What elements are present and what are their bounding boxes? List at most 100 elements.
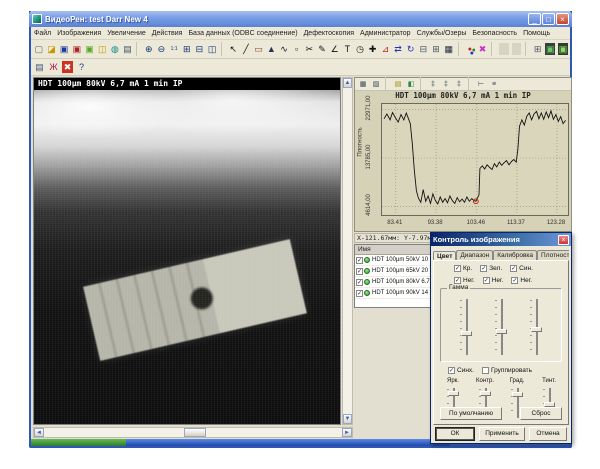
- minimize-button[interactable]: _: [528, 13, 541, 25]
- menu-item[interactable]: Помощь: [520, 30, 553, 37]
- slider-track[interactable]: [501, 299, 503, 355]
- ok-button[interactable]: ОК: [435, 427, 475, 441]
- scissors-icon[interactable]: ✂: [303, 42, 315, 56]
- clock-icon[interactable]: ◷: [354, 42, 366, 56]
- dialog-title-bar[interactable]: Контроль изображения ×: [431, 233, 571, 246]
- video-dark-icon[interactable]: ▣: [557, 42, 569, 56]
- scroll-left-icon[interactable]: ◄: [34, 428, 44, 437]
- minus-box-icon[interactable]: ⊟: [418, 42, 430, 56]
- tab-3[interactable]: Калибровка: [493, 250, 537, 260]
- pan-icon[interactable]: ⇄: [392, 42, 404, 56]
- level-low-icon[interactable]: ‡: [427, 79, 439, 90]
- zoom-in-icon[interactable]: ⊕: [143, 42, 155, 56]
- ruler-icon[interactable]: ▭: [253, 42, 265, 56]
- scrollbar-thumb[interactable]: [184, 428, 206, 437]
- zoom-1-1-icon[interactable]: 1:1: [168, 42, 180, 56]
- zoom-out-icon[interactable]: ⊖: [156, 42, 168, 56]
- new-document-icon[interactable]: ▢: [33, 42, 45, 56]
- slider-thumb[interactable]: [531, 327, 542, 332]
- flag-icon[interactable]: ▲: [265, 42, 277, 56]
- close-button[interactable]: ×: [556, 13, 569, 25]
- slider-thumb[interactable]: [496, 329, 507, 334]
- angle-icon[interactable]: ∠: [329, 42, 341, 56]
- print-icon[interactable]: ▤: [122, 42, 134, 56]
- color-mask-icon[interactable]: ✖: [477, 42, 489, 56]
- row-checkbox[interactable]: ✓: [356, 290, 363, 297]
- legend-icon[interactable]: ≡: [488, 79, 500, 90]
- checkbox[interactable]: ✓: [480, 265, 487, 272]
- scroll-right-icon[interactable]: ►: [342, 428, 352, 437]
- checkbox[interactable]: ✓: [511, 277, 518, 284]
- checkbox[interactable]: ✓: [448, 367, 455, 374]
- plot-box[interactable]: [381, 103, 569, 216]
- measure-tool-icon[interactable]: Ж: [47, 60, 60, 74]
- marker-icon[interactable]: ⊢: [475, 79, 487, 90]
- scroll-up-icon[interactable]: ▲: [343, 78, 352, 88]
- level-high-icon[interactable]: ‡: [453, 79, 465, 90]
- globe-icon[interactable]: ◍: [109, 42, 121, 56]
- checkbox[interactable]: ✓: [510, 265, 517, 272]
- palette-icon[interactable]: ◧: [405, 79, 417, 90]
- slider-thumb[interactable]: [448, 391, 459, 396]
- delete-icon[interactable]: ✖: [61, 60, 74, 74]
- freehand-icon[interactable]: ∿: [278, 42, 290, 56]
- reset-button[interactable]: Сброс: [520, 407, 562, 420]
- menu-item[interactable]: Администратор: [357, 30, 414, 37]
- maximize-button[interactable]: □: [542, 13, 555, 25]
- save-red-icon[interactable]: ▣: [71, 42, 83, 56]
- menu-item[interactable]: Увеличение: [104, 30, 149, 37]
- copy-icon[interactable]: ▤: [392, 79, 404, 90]
- vertical-scrollbar[interactable]: ▲ ▼: [342, 77, 353, 425]
- checkbox[interactable]: [482, 367, 489, 374]
- line-tool-icon[interactable]: ╱: [240, 42, 252, 56]
- apply-button[interactable]: Применить: [479, 427, 525, 441]
- text-icon[interactable]: T: [341, 42, 353, 56]
- checkbox[interactable]: ✓: [454, 265, 461, 272]
- crosshair-icon[interactable]: ✚: [367, 42, 379, 56]
- menu-item[interactable]: Безопасность: [469, 30, 520, 37]
- menu-item[interactable]: Действия: [149, 30, 186, 37]
- cancel-button[interactable]: Отмена: [529, 427, 567, 441]
- pointer-icon[interactable]: ↖: [227, 42, 239, 56]
- page-preview-icon[interactable]: ▤: [33, 60, 46, 74]
- save-green-icon[interactable]: ▣: [84, 42, 96, 56]
- default-button[interactable]: По умолчанию: [440, 407, 502, 420]
- blank-icon-2[interactable]: [511, 42, 523, 56]
- checkbox[interactable]: ✓: [454, 277, 461, 284]
- row-checkbox[interactable]: ✓: [356, 268, 363, 275]
- rect-select-icon[interactable]: ▫: [291, 42, 303, 56]
- help-icon[interactable]: ?: [75, 60, 88, 74]
- menu-item[interactable]: База данных (ODBC соединение): [185, 30, 300, 37]
- open-folder-icon[interactable]: ◪: [46, 42, 58, 56]
- blank-icon[interactable]: [498, 42, 510, 56]
- row-checkbox[interactable]: ✓: [356, 279, 363, 286]
- export-folder-icon[interactable]: ◫: [96, 42, 108, 56]
- pencil-icon[interactable]: ✎: [316, 42, 328, 56]
- menu-item[interactable]: Дефектоскопия: [301, 30, 357, 37]
- save-icon[interactable]: ▣: [58, 42, 70, 56]
- grid-icon[interactable]: ⊞: [532, 42, 544, 56]
- table-view-icon[interactable]: ▦: [357, 79, 369, 90]
- scroll-down-icon[interactable]: ▼: [343, 414, 352, 424]
- profile-chart[interactable]: [382, 104, 568, 215]
- slider-thumb[interactable]: [544, 402, 555, 407]
- menu-item[interactable]: Изображения: [54, 30, 104, 37]
- plus-box-icon[interactable]: ⊞: [430, 42, 442, 56]
- plot-area[interactable]: Плотность 4614,0013785,0022971,0083.4193…: [355, 101, 571, 231]
- dialog-close-icon[interactable]: ×: [558, 235, 569, 245]
- tab-2[interactable]: Диапазон: [456, 250, 493, 260]
- slider-thumb[interactable]: [512, 392, 523, 397]
- menu-item[interactable]: Файл: [31, 30, 54, 37]
- tab-4[interactable]: Плотность: [537, 250, 569, 260]
- slider-track[interactable]: [466, 299, 468, 355]
- rgb-icon[interactable]: ●: [464, 42, 476, 56]
- level-mid-icon[interactable]: ‡: [440, 79, 452, 90]
- menu-item[interactable]: Службы/Озеры: [414, 30, 470, 37]
- rotate-icon[interactable]: ↻: [405, 42, 417, 56]
- checkbox[interactable]: ✓: [483, 277, 490, 284]
- histogram-icon[interactable]: ⊿: [380, 42, 392, 56]
- slider-thumb[interactable]: [480, 391, 491, 396]
- slider-thumb[interactable]: [461, 331, 472, 336]
- matrix-icon[interactable]: ▦: [443, 42, 455, 56]
- horizontal-scrollbar[interactable]: ◄ ►: [33, 427, 353, 438]
